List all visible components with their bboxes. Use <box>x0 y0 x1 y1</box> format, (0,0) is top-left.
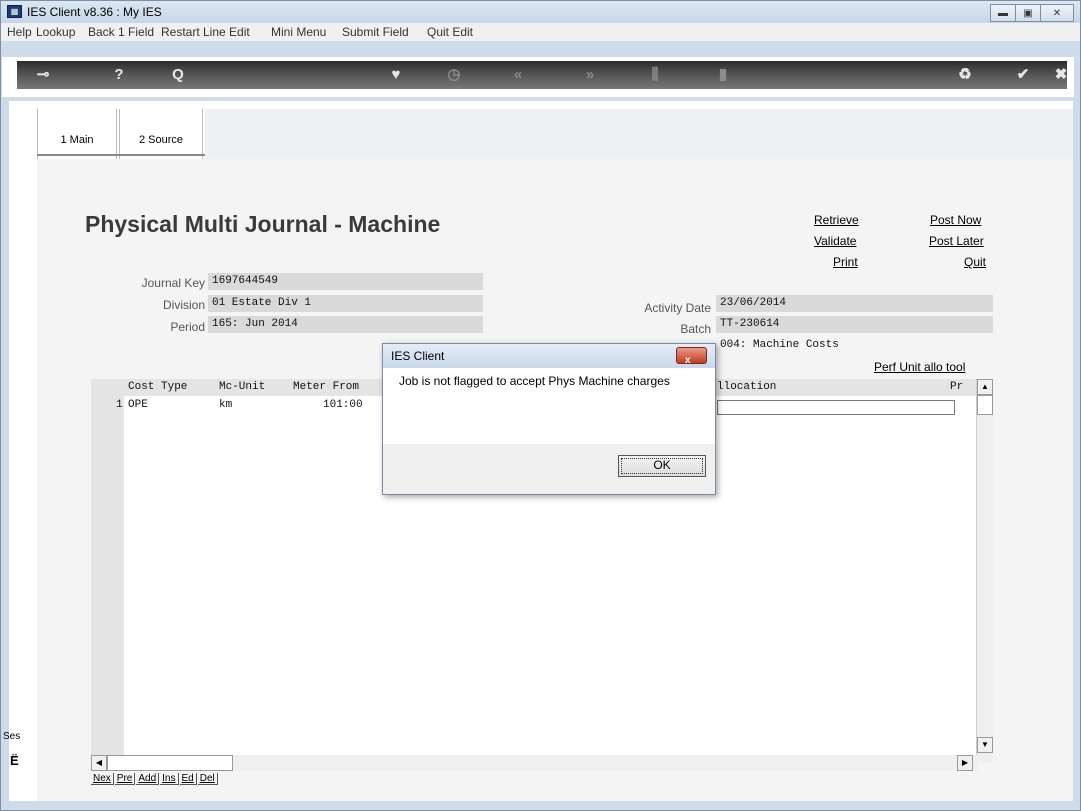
menu-back-1-field[interactable]: Back 1 Field <box>88 25 154 39</box>
edit-button[interactable]: Ed <box>179 773 197 785</box>
app-icon[interactable]: ▦ <box>7 5 22 18</box>
batch-label: Batch <box>680 322 711 336</box>
message-dialog: IES Client x Job is not flagged to accep… <box>382 343 716 495</box>
prev-button[interactable]: Pre <box>114 773 136 785</box>
print-link[interactable]: Print <box>833 255 858 269</box>
activity-date-label: Activity Date <box>644 301 711 315</box>
batch-field[interactable]: TT-230614 <box>716 316 993 333</box>
vertical-scroll-thumb[interactable] <box>977 395 993 415</box>
window-controls: ▬ ▣ ✕ <box>990 4 1074 22</box>
tab-source-label: 2 Source <box>138 134 184 146</box>
ok-button[interactable]: OK <box>618 455 706 477</box>
tab-main-label: 1 Main <box>60 134 94 146</box>
scroll-up-icon[interactable]: ▲ <box>977 379 993 395</box>
row-number: 1 <box>116 399 123 411</box>
allocation-cell-editor[interactable] <box>717 400 955 415</box>
scroll-down-icon[interactable]: ▼ <box>977 737 993 753</box>
batch-description: 004: Machine Costs <box>720 339 839 351</box>
next-button[interactable]: Nex <box>91 773 114 785</box>
check-icon[interactable]: ✔ <box>1012 67 1034 83</box>
scroll-right-icon[interactable]: ▶ <box>957 755 973 771</box>
col-cost-type[interactable]: Cost Type <box>128 381 187 393</box>
session-label: Ses <box>3 731 21 742</box>
period-field[interactable]: 165: Jun 2014 <box>208 316 483 333</box>
dialog-title-bar: IES Client x <box>383 344 715 368</box>
title-bar: ▦ IES Client v8.36 : My IES ▬ ▣ ✕ <box>1 1 1080 23</box>
search-icon[interactable]: Q <box>167 67 189 83</box>
tab-strip-background <box>205 109 1073 161</box>
tab-underline <box>37 154 205 156</box>
menu-bar: Help Lookup Back 1 Field Restart Line Ed… <box>1 23 1080 41</box>
tab-main[interactable]: 1 Main <box>37 109 117 159</box>
perf-unit-allo-tool-link[interactable]: Perf Unit allo tool <box>874 360 965 374</box>
grid-row-header <box>91 379 124 755</box>
dialog-message: Job is not flagged to accept Phys Machin… <box>399 374 670 388</box>
col-mc-unit[interactable]: Mc-Unit <box>219 381 265 393</box>
activity-date-field[interactable]: 23/06/2014 <box>716 295 993 312</box>
division-field[interactable]: 01 Estate Div 1 <box>208 295 483 312</box>
quit-link[interactable]: Quit <box>964 255 986 269</box>
maximize-button[interactable]: ▣ <box>1015 4 1041 22</box>
close-icon: ✕ <box>1052 7 1062 19</box>
retrieve-link[interactable]: Retrieve <box>814 213 859 227</box>
add-button[interactable]: Add <box>136 773 160 785</box>
minimize-icon: ▬ <box>998 7 1008 19</box>
journal-key-label: Journal Key <box>141 276 205 290</box>
key-icon[interactable]: ⊸ <box>32 67 54 83</box>
cell-meter-from[interactable]: 101:00 <box>323 399 363 411</box>
horizontal-scrollbar[interactable]: ◀ ▶ <box>91 755 978 771</box>
grid-nav-buttons: Nex Pre Add Ins Ed Del <box>91 773 219 785</box>
rewind-icon[interactable]: « <box>507 67 529 83</box>
columns-icon[interactable]: ⫼ <box>644 67 666 83</box>
recycle-icon[interactable]: ♻ <box>954 67 976 83</box>
close-window-button[interactable]: ✕ <box>1040 4 1074 22</box>
horizontal-scroll-thumb[interactable] <box>107 755 233 771</box>
clock-icon[interactable]: ◷ <box>443 67 465 83</box>
post-later-link[interactable]: Post Later <box>929 234 984 248</box>
vertical-scrollbar[interactable]: ▲ ▼ <box>976 379 993 763</box>
window-title: IES Client v8.36 : My IES <box>27 5 162 19</box>
menu-help[interactable]: Help <box>7 25 32 39</box>
session-icon[interactable]: Ё <box>10 753 19 768</box>
dialog-close-button[interactable]: x <box>676 347 707 366</box>
app-window: ▦ IES Client v8.36 : My IES ▬ ▣ ✕ Help L… <box>0 0 1081 811</box>
post-now-link[interactable]: Post Now <box>930 213 981 227</box>
menu-mini-menu[interactable]: Mini Menu <box>271 25 326 39</box>
col-allocation[interactable]: llocation <box>717 381 776 393</box>
delete-button[interactable]: Del <box>197 773 218 785</box>
heart-icon[interactable]: ♥ <box>385 67 407 83</box>
journal-key-field[interactable]: 1697644549 <box>208 273 483 290</box>
maximize-icon: ▣ <box>1023 7 1033 19</box>
insert-button[interactable]: Ins <box>160 773 179 785</box>
page-icon[interactable]: ▮ <box>712 67 734 83</box>
dialog-close-icon: x <box>685 355 691 366</box>
menu-lookup[interactable]: Lookup <box>36 25 75 39</box>
col-pr[interactable]: Pr <box>950 381 963 393</box>
page-title: Physical Multi Journal - Machine <box>85 211 441 237</box>
validate-link[interactable]: Validate <box>814 234 856 248</box>
close-icon[interactable]: ✖ <box>1050 67 1072 83</box>
menu-restart-line-edit[interactable]: Restart Line Edit <box>161 25 250 39</box>
cell-mc-unit[interactable]: km <box>219 399 232 411</box>
menu-submit-field[interactable]: Submit Field <box>342 25 409 39</box>
help-icon[interactable]: ? <box>108 67 130 83</box>
division-label: Division <box>162 298 205 312</box>
tab-source[interactable]: 2 Source <box>119 109 203 159</box>
cell-cost-type[interactable]: OPE <box>128 399 148 411</box>
toolbar: ⊸ ? Q ♥ ◷ « » ⫼ ▮ ♻ ✔ ✖ <box>2 57 1074 97</box>
col-meter-from[interactable]: Meter From <box>293 381 359 393</box>
dialog-title: IES Client <box>391 349 445 363</box>
scroll-left-icon[interactable]: ◀ <box>91 755 107 771</box>
period-label: Period <box>170 320 205 334</box>
menu-quit-edit[interactable]: Quit Edit <box>427 25 473 39</box>
forward-icon[interactable]: » <box>579 67 601 83</box>
minimize-button[interactable]: ▬ <box>990 4 1016 22</box>
